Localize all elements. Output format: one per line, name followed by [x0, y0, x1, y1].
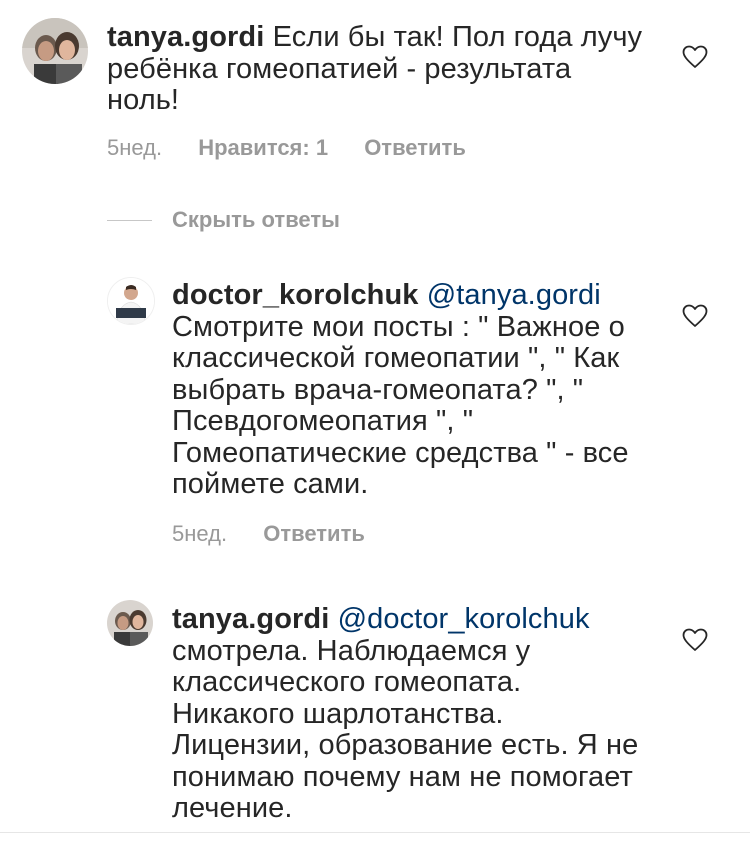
comment-text: Смотрите мои посты : " Важное о классиче…: [172, 310, 629, 500]
mention-link[interactable]: @tanya.gordi: [427, 279, 601, 311]
user-photo-avatar: [107, 600, 153, 646]
avatar[interactable]: [107, 600, 153, 646]
mention-link[interactable]: @doctor_korolchuk: [338, 603, 590, 635]
comment-meta: 5нед. Ответить: [172, 521, 365, 547]
avatar[interactable]: [22, 18, 88, 84]
comment-timestamp: 5нед.: [107, 135, 163, 160]
divider: [107, 219, 152, 221]
user-photo-avatar: [22, 18, 88, 84]
comment-timestamp: 5нед.: [172, 521, 228, 546]
likes-count-button[interactable]: Нравится: 1: [198, 135, 328, 161]
heart-outline-icon[interactable]: [682, 304, 708, 328]
heart-outline-icon[interactable]: [682, 45, 708, 69]
comment-meta: 5нед. Нравится: 1 Ответить: [107, 135, 466, 161]
comment-body: tanya.gordi Если бы так! Пол года лучу р…: [107, 21, 647, 117]
doctor-photo-avatar: [108, 278, 154, 324]
comment-username[interactable]: tanya.gordi: [107, 21, 264, 53]
comment-body: tanya.gordi @doctor_korolchuk смотрела. …: [172, 603, 642, 825]
avatar[interactable]: [107, 277, 155, 325]
heart-outline-icon[interactable]: [682, 628, 708, 652]
hide-replies-button[interactable]: Скрыть ответы: [107, 205, 340, 235]
comment-body: doctor_korolchuk @tanya.gordi Смотрите м…: [172, 279, 642, 501]
reply-button[interactable]: Ответить: [263, 521, 365, 547]
hide-replies-label: Скрыть ответы: [172, 207, 340, 232]
comment-text: смотрела. Наблюдаемся у классического го…: [172, 634, 639, 824]
comment-username[interactable]: tanya.gordi: [172, 603, 329, 635]
divider: [0, 832, 750, 833]
comment-username[interactable]: doctor_korolchuk: [172, 279, 419, 311]
reply-button[interactable]: Ответить: [364, 135, 466, 161]
